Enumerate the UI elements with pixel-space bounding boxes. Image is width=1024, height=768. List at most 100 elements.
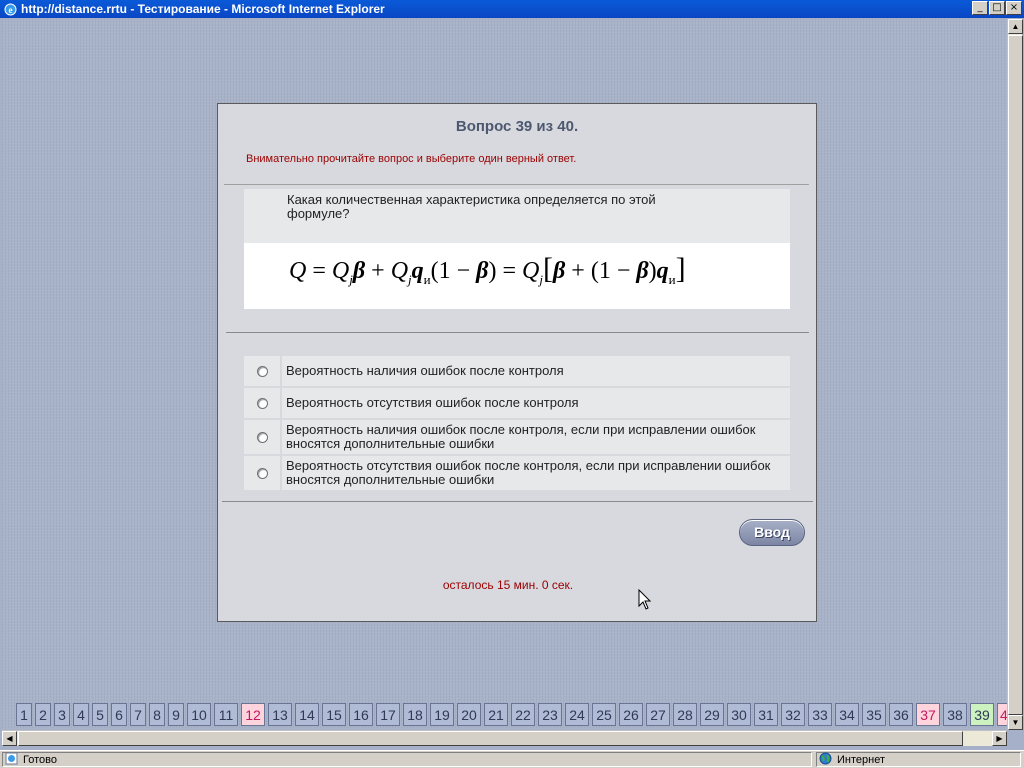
- question-nav-item-25[interactable]: 25: [592, 703, 616, 726]
- formula-part: β: [552, 258, 566, 284]
- question-nav-item-8[interactable]: 8: [149, 703, 165, 726]
- answer-list: Вероятность наличия ошибок после контрол…: [244, 356, 790, 492]
- question-nav-item-4[interactable]: 4: [997, 703, 1007, 726]
- horizontal-scrollbar[interactable]: ◀ ▶: [2, 730, 1007, 746]
- radio-cell: [244, 356, 280, 386]
- vertical-scrollbar[interactable]: ▲ ▼: [1007, 19, 1023, 730]
- question-nav-item-7[interactable]: 7: [130, 703, 146, 726]
- question-nav-item-14[interactable]: 14: [295, 703, 319, 726]
- question-nav-item-31[interactable]: 31: [754, 703, 778, 726]
- window-titlebar: e http://distance.rrtu - Тестирование - …: [0, 0, 1024, 18]
- question-nav-item-2[interactable]: 2: [35, 703, 51, 726]
- question-nav-item-22[interactable]: 22: [511, 703, 535, 726]
- answer-label[interactable]: Вероятность наличия ошибок после контрол…: [282, 356, 790, 386]
- submit-button[interactable]: Ввод: [739, 519, 805, 546]
- formula-part: Q: [390, 258, 409, 284]
- question-nav-item-28[interactable]: 28: [673, 703, 697, 726]
- answer-label[interactable]: Вероятность наличия ошибок после контрол…: [282, 420, 790, 454]
- question-nav-item-16[interactable]: 16: [349, 703, 373, 726]
- question-nav-item-23[interactable]: 23: [538, 703, 562, 726]
- formula-part: и: [668, 271, 676, 287]
- scroll-down-icon[interactable]: ▼: [1008, 715, 1023, 730]
- globe-icon: [819, 752, 832, 768]
- question-nav-item-35[interactable]: 35: [862, 703, 886, 726]
- question-nav-item-3[interactable]: 3: [54, 703, 70, 726]
- formula-part: ): [488, 258, 497, 284]
- maximize-button[interactable]: □: [989, 1, 1005, 15]
- answer-label[interactable]: Вероятность отсутствия ошибок после конт…: [282, 388, 790, 418]
- answer-option-1[interactable]: Вероятность наличия ошибок после контрол…: [244, 356, 790, 386]
- question-nav-item-15[interactable]: 15: [322, 703, 346, 726]
- security-zone: Интернет: [816, 752, 1021, 767]
- question-nav-item-13[interactable]: 13: [268, 703, 292, 726]
- scroll-thumb[interactable]: [1008, 35, 1023, 715]
- answer-label[interactable]: Вероятность отсутствия ошибок после конт…: [282, 456, 790, 490]
- question-nav-item-12[interactable]: 12: [241, 703, 265, 726]
- question-text-box: Какая количественная характеристика опре…: [244, 189, 790, 243]
- radio-button[interactable]: [256, 397, 268, 409]
- divider: [224, 184, 809, 185]
- formula-part: ): [648, 258, 657, 284]
- status-bar: Готово Интернет: [0, 750, 1024, 768]
- question-nav-item-24[interactable]: 24: [565, 703, 589, 726]
- divider: [222, 501, 813, 502]
- question-nav-item-20[interactable]: 20: [457, 703, 481, 726]
- radio-button[interactable]: [256, 467, 268, 479]
- question-nav-item-11[interactable]: 11: [214, 703, 238, 726]
- question-nav-item-30[interactable]: 30: [727, 703, 751, 726]
- question-nav-item-21[interactable]: 21: [484, 703, 508, 726]
- divider: [226, 332, 809, 333]
- question-nav-item-27[interactable]: 27: [646, 703, 670, 726]
- formula-part: Q: [289, 258, 307, 284]
- page-done-icon: [5, 752, 18, 768]
- question-nav-item-9[interactable]: 9: [168, 703, 184, 726]
- question-nav-item-6[interactable]: 6: [111, 703, 127, 726]
- question-text: Какая количественная характеристика опре…: [287, 192, 656, 221]
- instruction-text: Внимательно прочитайте вопрос и выберите…: [246, 153, 577, 165]
- question-nav-item-39[interactable]: 39: [970, 703, 994, 726]
- radio-button[interactable]: [256, 365, 268, 377]
- question-nav-item-29[interactable]: 29: [700, 703, 724, 726]
- window-title: http://distance.rrtu - Тестирование - Mi…: [21, 2, 385, 16]
- answer-option-2[interactable]: Вероятность отсутствия ошибок после конт…: [244, 388, 790, 418]
- formula-part: и: [423, 271, 431, 287]
- question-nav-item-4[interactable]: 4: [73, 703, 89, 726]
- formula-part: (1 −: [590, 258, 637, 284]
- scroll-up-icon[interactable]: ▲: [1008, 19, 1023, 34]
- scroll-right-icon[interactable]: ▶: [992, 731, 1007, 746]
- formula-part: [: [542, 252, 553, 285]
- question-nav-item-19[interactable]: 19: [430, 703, 454, 726]
- question-nav-item-36[interactable]: 36: [889, 703, 913, 726]
- answer-option-4[interactable]: Вероятность отсутствия ошибок после конт…: [244, 456, 790, 490]
- status-main: Готово: [2, 752, 812, 767]
- question-nav-item-32[interactable]: 32: [781, 703, 805, 726]
- question-nav-item-38[interactable]: 38: [943, 703, 967, 726]
- question-nav-item-17[interactable]: 17: [376, 703, 400, 726]
- formula: Q = Qjβ + Qjqи(1 − β) = Qj[β + (1 − β)qи…: [289, 252, 686, 288]
- question-nav-item-18[interactable]: 18: [403, 703, 427, 726]
- close-button[interactable]: ×: [1006, 1, 1022, 15]
- question-nav-item-10[interactable]: 10: [187, 703, 211, 726]
- formula-part: Q: [331, 258, 350, 284]
- question-nav-item-26[interactable]: 26: [619, 703, 643, 726]
- formula-part: (1 −: [430, 258, 477, 284]
- question-nav-item-5[interactable]: 5: [92, 703, 108, 726]
- formula-part: ]: [675, 252, 686, 285]
- formula-part: =: [312, 258, 326, 284]
- mouse-cursor-icon: [638, 588, 652, 616]
- radio-button[interactable]: [256, 431, 268, 443]
- question-nav-item-37[interactable]: 37: [916, 703, 940, 726]
- formula-box: Q = Qjβ + Qjqи(1 − β) = Qj[β + (1 − β)qи…: [244, 243, 790, 309]
- question-nav-item-33[interactable]: 33: [808, 703, 832, 726]
- answer-option-3[interactable]: Вероятность наличия ошибок после контрол…: [244, 420, 790, 454]
- minimize-button[interactable]: _: [972, 1, 988, 15]
- scroll-left-icon[interactable]: ◀: [2, 731, 17, 746]
- ie-icon: e: [3, 2, 17, 16]
- formula-part: =: [502, 258, 517, 284]
- formula-part: q: [411, 258, 424, 284]
- formula-part: Q: [522, 258, 540, 284]
- question-nav-item-34[interactable]: 34: [835, 703, 859, 726]
- question-nav-item-1[interactable]: 1: [16, 703, 32, 726]
- page-viewport: Вопрос 39 из 40. Внимательно прочитайте …: [2, 19, 1007, 729]
- scroll-thumb[interactable]: [18, 731, 963, 746]
